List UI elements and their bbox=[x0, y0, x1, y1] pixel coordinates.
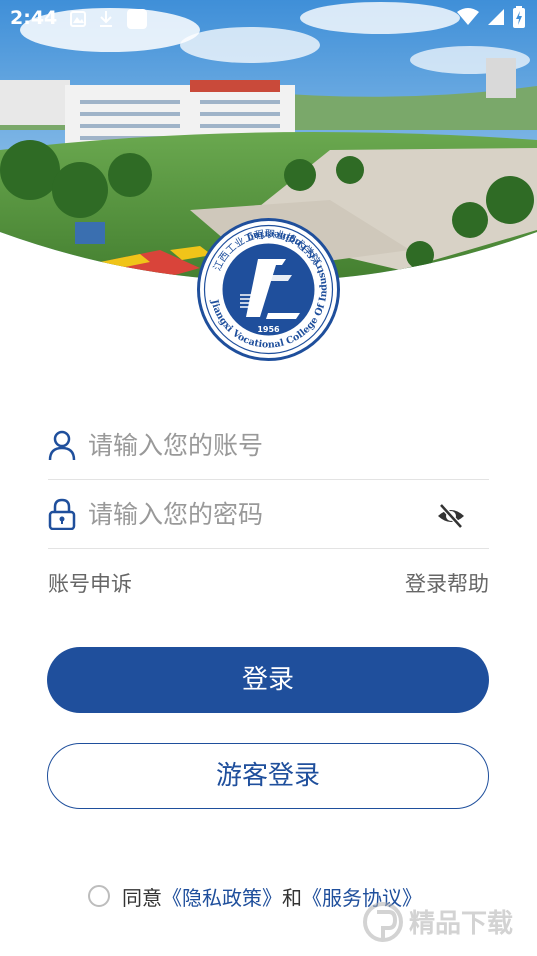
lock-icon bbox=[48, 498, 76, 530]
watermark-text: 精品下载 bbox=[409, 909, 513, 939]
signal-icon bbox=[488, 9, 504, 25]
notification-icons bbox=[70, 8, 148, 30]
download-icon bbox=[100, 11, 112, 27]
login-help-link[interactable]: 登录帮助 bbox=[405, 568, 489, 598]
agreement-radio[interactable] bbox=[88, 885, 110, 907]
watermark-logo: 精品下载 bbox=[361, 890, 531, 950]
password-visibility-toggle-icon[interactable] bbox=[435, 500, 467, 532]
account-input[interactable] bbox=[86, 425, 430, 465]
college-logo: Jiangxi Vocational College Of Industry &… bbox=[196, 217, 341, 362]
status-time: 2:44 bbox=[10, 7, 58, 29]
agreement-and: 和 bbox=[282, 885, 302, 910]
guest-login-button[interactable]: 游客登录 bbox=[47, 743, 489, 809]
account-appeal-link[interactable]: 账号申诉 bbox=[48, 568, 132, 598]
image-notification-icon bbox=[70, 11, 86, 27]
login-button[interactable]: 登录 bbox=[47, 647, 489, 713]
auxiliary-links: 账号申诉 登录帮助 bbox=[48, 568, 489, 600]
user-icon bbox=[48, 430, 76, 461]
logo-year: 1956 bbox=[257, 325, 280, 334]
password-field bbox=[48, 480, 489, 549]
system-status-icons bbox=[457, 6, 525, 28]
account-field bbox=[48, 411, 489, 480]
agreement-prefix: 同意 bbox=[122, 885, 162, 910]
status-bar: 2:44 bbox=[0, 0, 537, 36]
wifi-icon bbox=[457, 8, 479, 25]
privacy-policy-link[interactable]: 《隐私政策》 bbox=[162, 882, 282, 911]
app-notification-icon bbox=[127, 9, 147, 29]
battery-icon bbox=[513, 6, 525, 28]
password-input[interactable] bbox=[86, 494, 430, 534]
